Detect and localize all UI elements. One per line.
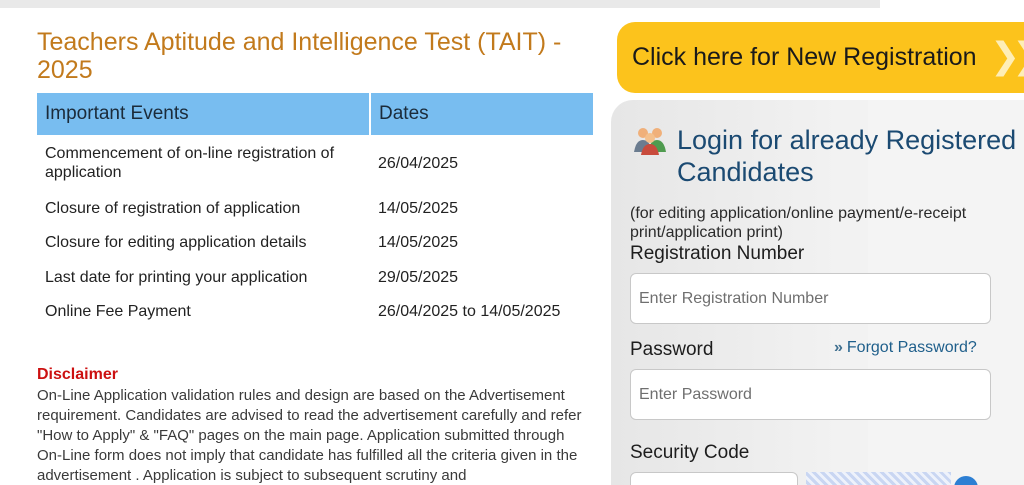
password-label: Password (630, 339, 714, 360)
event-cell: Online Fee Payment (45, 303, 191, 321)
event-cell: Last date for printing your application (45, 268, 308, 286)
events-column-header: Important Events (37, 93, 370, 135)
page-title: Teachers Aptitude and Intelligence Test … (37, 28, 562, 84)
date-cell: 14/05/2025 (378, 199, 459, 217)
table-row: Closure for editing application details … (37, 226, 593, 261)
date-cell: 26/04/2025 (378, 154, 459, 172)
table-row: Online Fee Payment 26/04/2025 to 14/05/2… (37, 295, 593, 330)
login-note: (for editing application/online payment/… (630, 205, 967, 241)
forgot-password-link[interactable]: » Forgot Password? (834, 339, 977, 357)
disclaimer-text: On-Line Application validation rules and… (37, 387, 582, 484)
top-divider (0, 0, 880, 8)
security-code-label: Security Code (630, 442, 750, 463)
login-title: Login for already Registered Candidates (677, 125, 1017, 187)
double-chevron-right-icon: » (834, 339, 843, 356)
password-input[interactable] (630, 369, 991, 420)
forgot-password-text: Forgot Password? (846, 339, 977, 356)
table-row: Last date for printing your application … (37, 260, 593, 295)
dates-column-header: Dates (369, 93, 593, 135)
table-row: Closure of registration of application 1… (37, 191, 593, 226)
date-cell: 29/05/2025 (378, 268, 459, 286)
captcha-image (806, 472, 951, 485)
event-cell: Closure of registration of application (45, 199, 301, 217)
table-header-row: Important Events Dates (37, 93, 593, 135)
event-cell: Closure for editing application details (45, 234, 307, 252)
registration-number-label: Registration Number (630, 243, 805, 264)
double-chevron-right-icon: ❯❯ (990, 35, 1024, 76)
date-cell: 26/04/2025 to 14/05/2025 (378, 303, 561, 321)
table-row: Commencement of on-line registration of … (37, 135, 593, 191)
registration-number-input[interactable] (630, 273, 991, 324)
security-code-input[interactable] (630, 472, 798, 485)
users-icon (634, 128, 666, 155)
event-cell: Commencement of on-line registration of … (45, 145, 335, 181)
new-registration-label: Click here for New Registration (632, 43, 977, 71)
disclaimer-title: Disclaimer (37, 366, 118, 383)
new-registration-button[interactable]: Click here for New Registration ❯❯ (617, 22, 1024, 93)
important-events-table: Important Events Dates Commencement of o… (37, 93, 593, 329)
date-cell: 14/05/2025 (378, 234, 459, 252)
